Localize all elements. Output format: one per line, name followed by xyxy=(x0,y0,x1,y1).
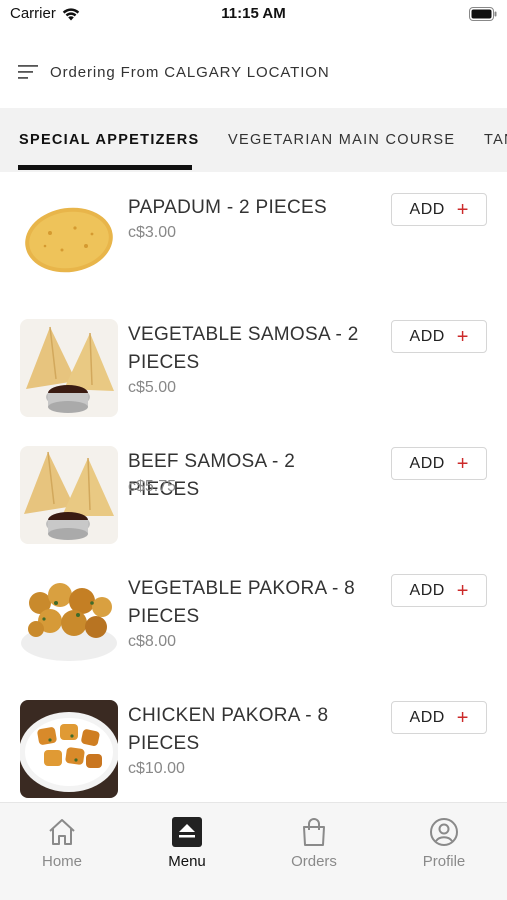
add-label: ADD xyxy=(409,581,445,599)
item-name: PAPADUM - 2 PIECES xyxy=(128,197,327,218)
add-label: ADD xyxy=(409,327,445,345)
add-button[interactable]: ADD + xyxy=(391,447,487,480)
location-header[interactable]: Ordering From CALGARY LOCATION xyxy=(0,50,507,94)
item-price: c$10.00 xyxy=(128,760,185,777)
tab-vegetarian-main-course[interactable]: VEGETARIAN MAIN COURSE xyxy=(228,108,455,172)
plus-icon: + xyxy=(456,198,469,221)
nav-orders[interactable]: Orders xyxy=(264,817,364,881)
add-button[interactable]: ADD + xyxy=(391,701,487,734)
chicken-pakora-image xyxy=(20,700,118,798)
item-name: VEGETABLE SAMOSA - 2 PIECES xyxy=(128,324,359,373)
plus-icon: + xyxy=(456,452,469,475)
shopping-bag-icon xyxy=(303,818,325,846)
nav-menu-label: Menu xyxy=(168,853,206,870)
plus-icon: + xyxy=(456,325,469,348)
tab-special-appetizers[interactable]: SPECIAL APPETIZERS xyxy=(19,108,200,172)
nav-menu[interactable]: Menu xyxy=(137,817,237,881)
item-name: CHICKEN PAKORA - 8 PIECES xyxy=(128,705,329,754)
vegetable-samosa-image xyxy=(20,319,118,417)
papadum-image xyxy=(20,198,118,296)
menu-icon xyxy=(172,817,202,847)
profile-icon xyxy=(430,818,458,846)
nav-home[interactable]: Home xyxy=(12,817,112,881)
add-button[interactable]: ADD + xyxy=(391,320,487,353)
active-tab-indicator xyxy=(18,165,192,170)
list-item[interactable]: VEGETABLE PAKORA - 8 PIECES c$8.00 ADD + xyxy=(0,572,507,699)
category-tabs: SPECIAL APPETIZERS VEGETARIAN MAIN COURS… xyxy=(0,108,507,172)
beef-samosa-image xyxy=(20,446,118,544)
menu-list[interactable]: PAPADUM - 2 PIECES c$3.00 ADD + VEGETABL… xyxy=(0,172,507,802)
list-item[interactable]: PAPADUM - 2 PIECES c$3.00 ADD + xyxy=(0,191,507,318)
vegetable-pakora-image xyxy=(20,573,118,671)
status-bar: Carrier 11:15 AM xyxy=(0,0,507,30)
add-label: ADD xyxy=(409,200,445,218)
nav-profile[interactable]: Profile xyxy=(394,817,494,881)
location-title: Ordering From CALGARY LOCATION xyxy=(50,63,330,81)
home-icon xyxy=(49,819,75,845)
status-time: 11:15 AM xyxy=(221,5,286,22)
plus-icon: + xyxy=(456,706,469,729)
nav-home-label: Home xyxy=(41,853,82,870)
list-item[interactable]: BEEF SAMOSA - 2 PIECES c$5.75 ADD + xyxy=(0,445,507,572)
item-price: c$5.00 xyxy=(128,379,177,396)
item-name: VEGETABLE PAKORA - 8 PIECES xyxy=(128,578,356,627)
list-item[interactable]: VEGETABLE SAMOSA - 2 PIECES c$5.00 ADD + xyxy=(0,318,507,445)
nav-orders-label: Orders xyxy=(291,853,337,870)
nav-profile-label: Profile xyxy=(422,853,466,870)
list-item[interactable]: CHICKEN PAKORA - 8 PIECES c$10.00 ADD + xyxy=(0,699,507,802)
item-price: c$5.75 xyxy=(128,478,177,495)
add-button[interactable]: ADD + xyxy=(391,193,487,226)
add-label: ADD xyxy=(409,708,445,726)
plus-icon: + xyxy=(456,579,469,602)
bottom-navigation: Home Menu Orders Profile xyxy=(0,802,507,900)
item-price: c$8.00 xyxy=(128,633,177,650)
add-label: ADD xyxy=(409,454,445,472)
add-button[interactable]: ADD + xyxy=(391,574,487,607)
item-price: c$3.00 xyxy=(128,224,177,241)
filter-lines-icon[interactable] xyxy=(18,64,38,80)
tab-tandoori[interactable]: TAN xyxy=(484,108,507,172)
battery-icon xyxy=(469,7,497,26)
